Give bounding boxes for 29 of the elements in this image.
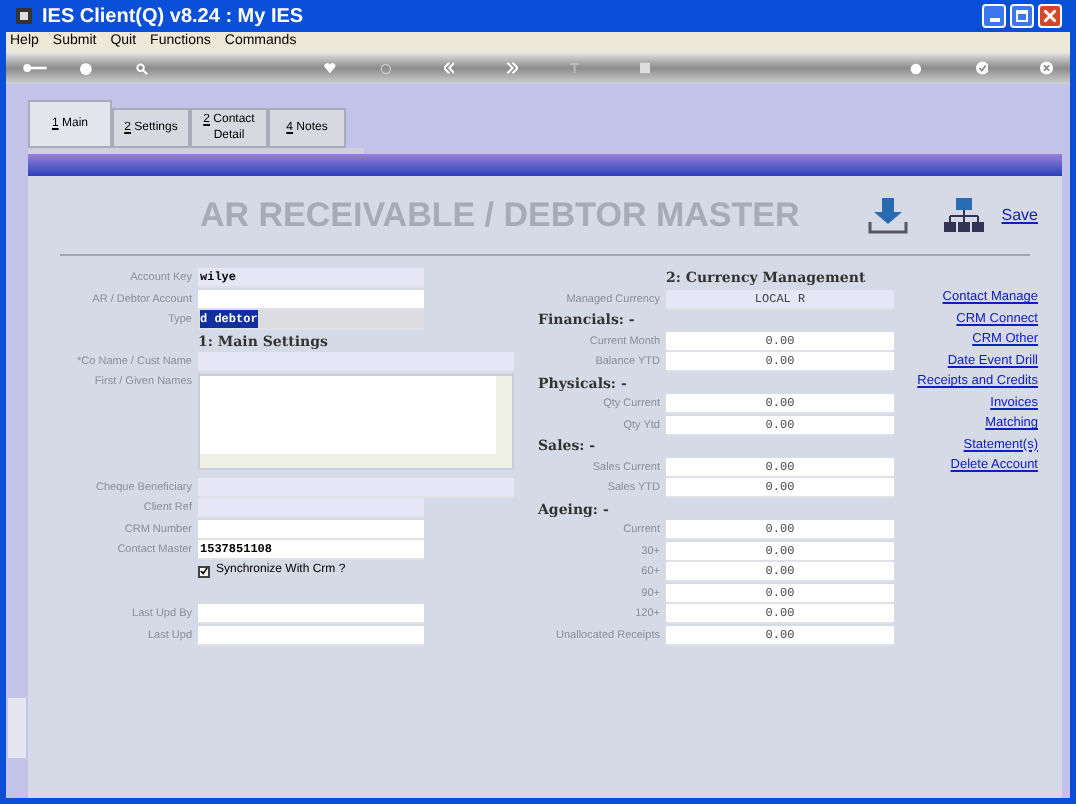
vertical-scrollbar[interactable] xyxy=(496,375,512,467)
key-icon[interactable] xyxy=(22,60,49,76)
input-field[interactable] xyxy=(198,289,424,310)
window-title: IES Client(Q) v8.24 : My IES xyxy=(42,3,304,31)
heart-icon[interactable] xyxy=(323,60,336,76)
input-field[interactable] xyxy=(198,625,424,646)
input-field[interactable] xyxy=(198,352,514,373)
input-field[interactable] xyxy=(198,604,424,625)
text-area[interactable] xyxy=(198,373,514,469)
search-icon[interactable] xyxy=(135,59,148,77)
stop-icon[interactable] xyxy=(639,60,651,76)
fast-forward-icon[interactable] xyxy=(506,60,519,76)
checkbox[interactable] xyxy=(198,565,210,578)
close-icon xyxy=(1044,10,1056,22)
check-icon[interactable] xyxy=(975,58,989,78)
close-icon[interactable] xyxy=(1040,58,1055,78)
text-icon[interactable] xyxy=(570,60,580,76)
input-field[interactable] xyxy=(198,498,424,519)
download-icon[interactable] xyxy=(867,197,908,233)
minimize-button[interactable] xyxy=(982,4,1006,28)
save-link[interactable]: Save xyxy=(1001,203,1038,227)
horizontal-scrollbar[interactable] xyxy=(200,453,496,467)
app-icon xyxy=(14,6,34,26)
hierarchy-icon[interactable] xyxy=(943,197,984,233)
maximize-button[interactable] xyxy=(1010,4,1034,28)
input-field[interactable] xyxy=(198,519,424,540)
close-button[interactable] xyxy=(1038,4,1062,28)
side-strip xyxy=(8,698,26,758)
rewind-icon[interactable] xyxy=(443,60,455,76)
